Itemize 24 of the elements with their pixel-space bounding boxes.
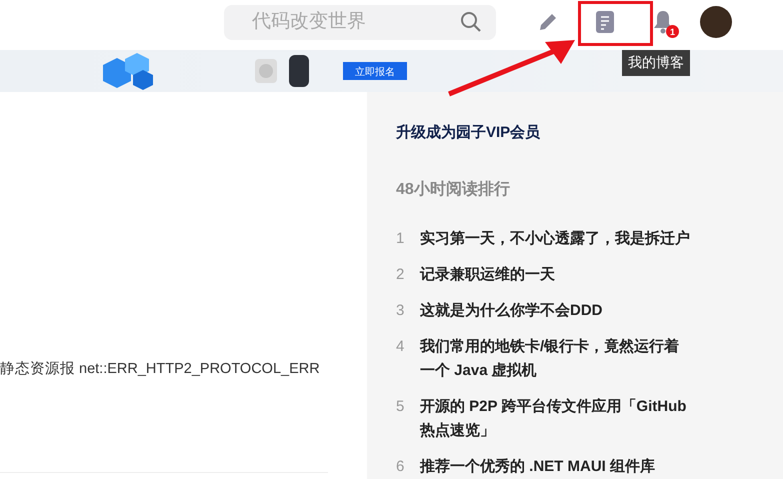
rank-number: 1 [396, 229, 406, 249]
ranking-link[interactable]: 这就是为什么你学不会DDD [420, 299, 693, 323]
search-input[interactable]: 代码改变世界 [250, 10, 460, 34]
document-icon[interactable] [596, 11, 614, 33]
vip-link[interactable]: 升级成为园子VIP会员 [396, 123, 540, 142]
pencil-icon[interactable] [538, 12, 558, 32]
ranking-link[interactable]: 我们常用的地铁卡/银行卡，竟然运行着一个 Java 虚拟机 [420, 335, 693, 383]
article-text: 静态资源报 net::ERR_HTTP2_PROTOCOL_ERR [0, 360, 321, 378]
ranking-link[interactable]: 推荐一个优秀的 .NET MAUI 组件库 [420, 455, 693, 479]
notification-badge: 1 [666, 25, 679, 38]
rank-number: 5 [396, 397, 406, 417]
ranking-link[interactable]: 记录兼职运维的一天 [420, 263, 693, 287]
user-avatar[interactable] [700, 6, 732, 38]
rank-number: 6 [396, 457, 406, 477]
tooltip: 我的博客 [622, 50, 690, 76]
search-icon[interactable] [460, 11, 482, 33]
rank-number: 4 [396, 337, 406, 357]
search-field[interactable]: 代码改变世界 [224, 4, 496, 40]
ranking-title: 48小时阅读排行 [396, 180, 511, 200]
ranking-link[interactable]: 实习第一天，不小心透露了，我是拆迁户 [420, 227, 693, 251]
rank-number: 2 [396, 265, 406, 285]
ranking-link[interactable]: 开源的 P2P 跨平台传文件应用「GitHub 热点速览」 [420, 395, 693, 443]
signup-button[interactable]: 立即报名 [343, 62, 407, 80]
rank-number: 3 [396, 301, 406, 321]
